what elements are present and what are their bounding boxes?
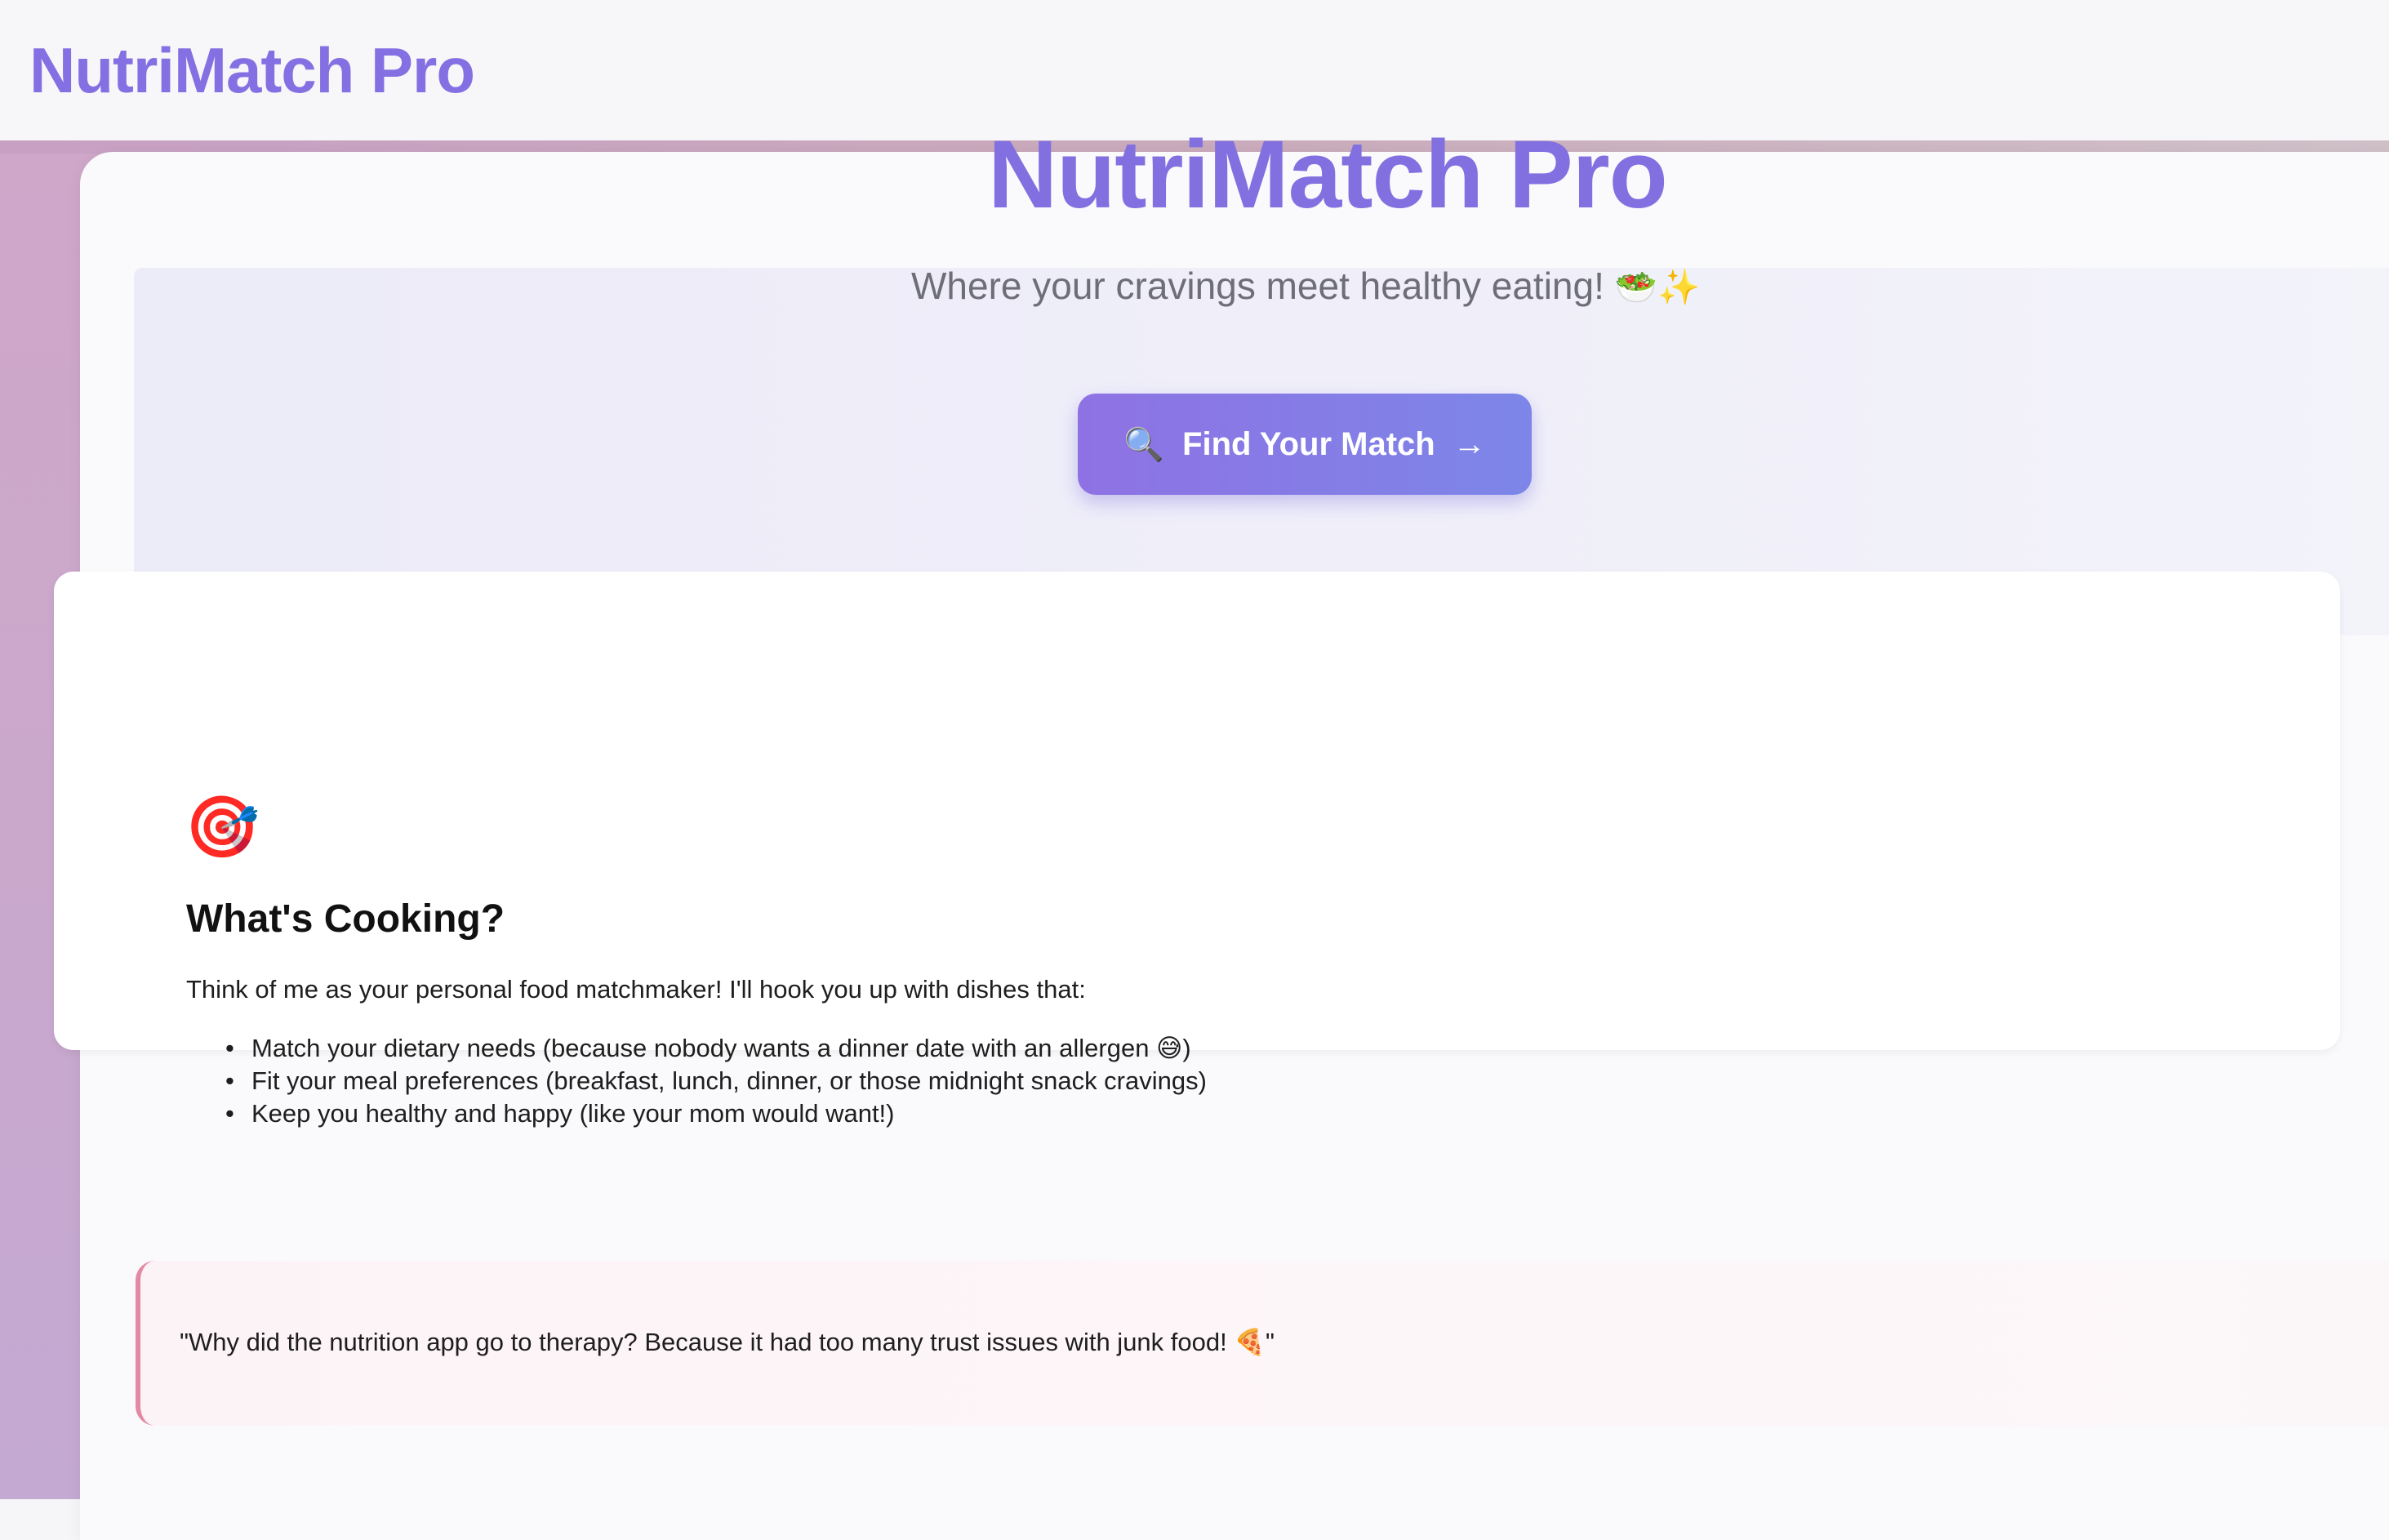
salad-sparkles-icon: 🥗✨ <box>1614 268 1701 306</box>
magnifier-icon: 🔍 <box>1123 426 1165 463</box>
arrow-right-icon: → <box>1453 425 1486 462</box>
hero-title: NutriMatch Pro <box>988 121 1668 229</box>
target-icon: 🎯 <box>185 793 260 861</box>
list-item: Fit your meal preferences (breakfast, lu… <box>219 1065 1207 1097</box>
feature-list: Match your dietary needs (because nobody… <box>219 1032 1207 1130</box>
find-your-match-button[interactable]: 🔍 Find Your Match → <box>1078 394 1532 495</box>
list-item: Match your dietary needs (because nobody… <box>219 1032 1207 1065</box>
joke-text: "Why did the nutrition app go to therapy… <box>180 1328 1275 1356</box>
section-title: What's Cooking? <box>186 897 505 941</box>
find-your-match-label: Find Your Match <box>1182 425 1435 462</box>
list-item: Keep you healthy and happy (like your mo… <box>219 1097 1207 1130</box>
brand-logo-text[interactable]: NutriMatch Pro <box>29 29 475 111</box>
section-intro: Think of me as your personal food matchm… <box>186 975 1086 1004</box>
hero-subtitle-text: Where your cravings meet healthy eating! <box>911 265 1604 307</box>
hero-subtitle: Where your cravings meet healthy eating!… <box>911 261 1700 312</box>
